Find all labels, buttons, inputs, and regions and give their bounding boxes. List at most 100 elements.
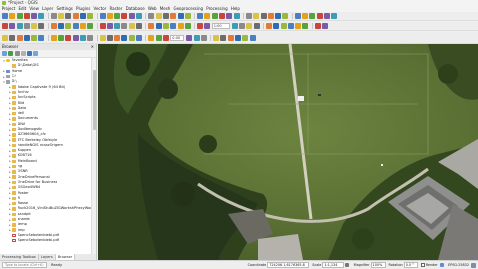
zoom-full-icon[interactable]: [79, 13, 86, 19]
zoom-selection-icon[interactable]: [38, 34, 45, 41]
print-layout-icon[interactable]: [9, 23, 16, 29]
messages-icon[interactable]: [471, 262, 476, 268]
zoom-full-icon[interactable]: [323, 13, 330, 19]
temporal-icon[interactable]: [79, 34, 86, 41]
new-map-view-icon[interactable]: [121, 13, 128, 19]
print-layout-icon[interactable]: [275, 13, 282, 19]
zoom-out-icon[interactable]: [316, 13, 323, 19]
measure-icon[interactable]: [211, 13, 218, 19]
toolbox-icon[interactable]: [148, 34, 155, 41]
open-project-icon[interactable]: [246, 23, 253, 29]
new-3d-view-icon[interactable]: [128, 13, 135, 19]
zoom-layer-icon[interactable]: [331, 13, 338, 19]
collapse-all-icon[interactable]: [20, 51, 26, 56]
zoom-next-icon[interactable]: [114, 13, 121, 19]
pan-icon[interactable]: [23, 23, 30, 29]
pan-icon[interactable]: [287, 23, 294, 29]
pan-to-selection-icon[interactable]: [295, 23, 302, 29]
lock-scale-icon[interactable]: [345, 263, 350, 267]
zoom-last-icon[interactable]: [79, 23, 86, 29]
open-attribute-table-icon[interactable]: [177, 13, 184, 19]
zoom-out-icon[interactable]: [16, 34, 23, 41]
locator-search-input[interactable]: Type to locate (Ctrl+K): [2, 262, 47, 268]
field-calculator-icon[interactable]: [162, 23, 169, 29]
label-icon[interactable]: [193, 34, 200, 41]
magnifier-spinbox[interactable]: 100%: [370, 262, 386, 268]
identify-icon[interactable]: [128, 23, 135, 29]
zoom-selection-icon[interactable]: [99, 13, 106, 19]
layout-manager-icon[interactable]: [16, 23, 23, 29]
field-calculator-icon[interactable]: [184, 13, 191, 19]
new-3d-view-icon[interactable]: [72, 34, 79, 41]
field-calculator-icon[interactable]: [128, 34, 135, 41]
zoom-layer-icon[interactable]: [31, 34, 38, 41]
pan-to-selection-icon[interactable]: [301, 13, 308, 19]
measure-icon[interactable]: [155, 34, 162, 41]
refresh-icon[interactable]: [87, 34, 94, 41]
zoom-last-icon[interactable]: [50, 34, 57, 41]
pan-to-selection-icon[interactable]: [58, 13, 65, 19]
temporal-icon[interactable]: [136, 13, 143, 19]
refresh-icon[interactable]: [121, 23, 128, 29]
new-project-icon[interactable]: [200, 34, 207, 41]
new-project-icon[interactable]: [2, 13, 8, 19]
new-3d-view-icon[interactable]: [106, 23, 113, 29]
print-layout-icon[interactable]: [31, 13, 38, 19]
statistics-icon[interactable]: [136, 34, 143, 41]
save-as-icon[interactable]: [2, 23, 8, 29]
identify-icon[interactable]: [155, 13, 162, 19]
zoom-out-icon[interactable]: [314, 23, 321, 29]
render-checkbox[interactable]: [420, 263, 425, 267]
zoom-full-icon[interactable]: [321, 23, 328, 29]
zoom-next-icon[interactable]: [58, 34, 65, 41]
pan-icon[interactable]: [249, 34, 256, 41]
save-project-icon[interactable]: [253, 23, 260, 29]
layout-manager-icon[interactable]: [38, 13, 45, 19]
zoom-out-icon[interactable]: [72, 13, 79, 19]
deselect-icon[interactable]: [114, 34, 121, 41]
new-map-view-icon[interactable]: [65, 34, 72, 41]
open-attribute-table-icon[interactable]: [121, 34, 128, 41]
select-features-icon[interactable]: [106, 34, 113, 41]
zoom-layer-icon[interactable]: [87, 13, 94, 19]
save-project-icon[interactable]: [220, 34, 227, 41]
zoom-in-icon[interactable]: [309, 13, 316, 19]
browser-scrollbar[interactable]: [91, 58, 96, 254]
select-features-icon[interactable]: [136, 23, 143, 29]
zoom-selection-icon[interactable]: [72, 23, 79, 29]
temporal-icon[interactable]: [114, 23, 121, 29]
crs-icon[interactable]: [439, 263, 444, 267]
refresh-icon[interactable]: [8, 51, 14, 56]
pan-icon[interactable]: [294, 13, 301, 19]
browser-tree-item[interactable]: SpencSebotenbiebi.pdf: [0, 238, 92, 243]
open-project-icon[interactable]: [253, 13, 260, 19]
new-project-icon[interactable]: [245, 13, 252, 19]
filter-icon[interactable]: [14, 51, 20, 56]
panel-close-icon[interactable]: ✕: [91, 44, 94, 50]
save-as-icon[interactable]: [227, 34, 234, 41]
identify-icon[interactable]: [99, 34, 106, 41]
zoom-next-icon[interactable]: [87, 23, 94, 29]
zoom-in-icon[interactable]: [302, 23, 309, 29]
scale-input[interactable]: 1:00: [211, 23, 230, 29]
measure-icon[interactable]: [184, 23, 191, 29]
save-as-icon[interactable]: [267, 13, 274, 19]
map-tips-icon[interactable]: [197, 23, 204, 29]
open-project-icon[interactable]: [213, 34, 220, 41]
map-tips-icon[interactable]: [219, 13, 226, 19]
properties-icon[interactable]: [27, 51, 33, 56]
deselect-icon[interactable]: [148, 23, 155, 29]
zoom-layer-icon[interactable]: [65, 23, 72, 29]
open-project-icon[interactable]: [9, 13, 16, 19]
zoom-full-icon[interactable]: [23, 34, 30, 41]
statistics-icon[interactable]: [197, 13, 204, 19]
scrollbar-thumb[interactable]: [93, 70, 96, 130]
zoom-in-icon[interactable]: [38, 23, 45, 29]
zoom-in-icon[interactable]: [65, 13, 72, 19]
annotation-icon[interactable]: [186, 34, 193, 41]
new-map-view-icon[interactable]: [99, 23, 106, 29]
map-tips-icon[interactable]: [162, 34, 169, 41]
save-project-icon[interactable]: [16, 13, 23, 19]
pan-to-selection-icon[interactable]: [31, 23, 38, 29]
open-attribute-table-icon[interactable]: [155, 23, 162, 29]
